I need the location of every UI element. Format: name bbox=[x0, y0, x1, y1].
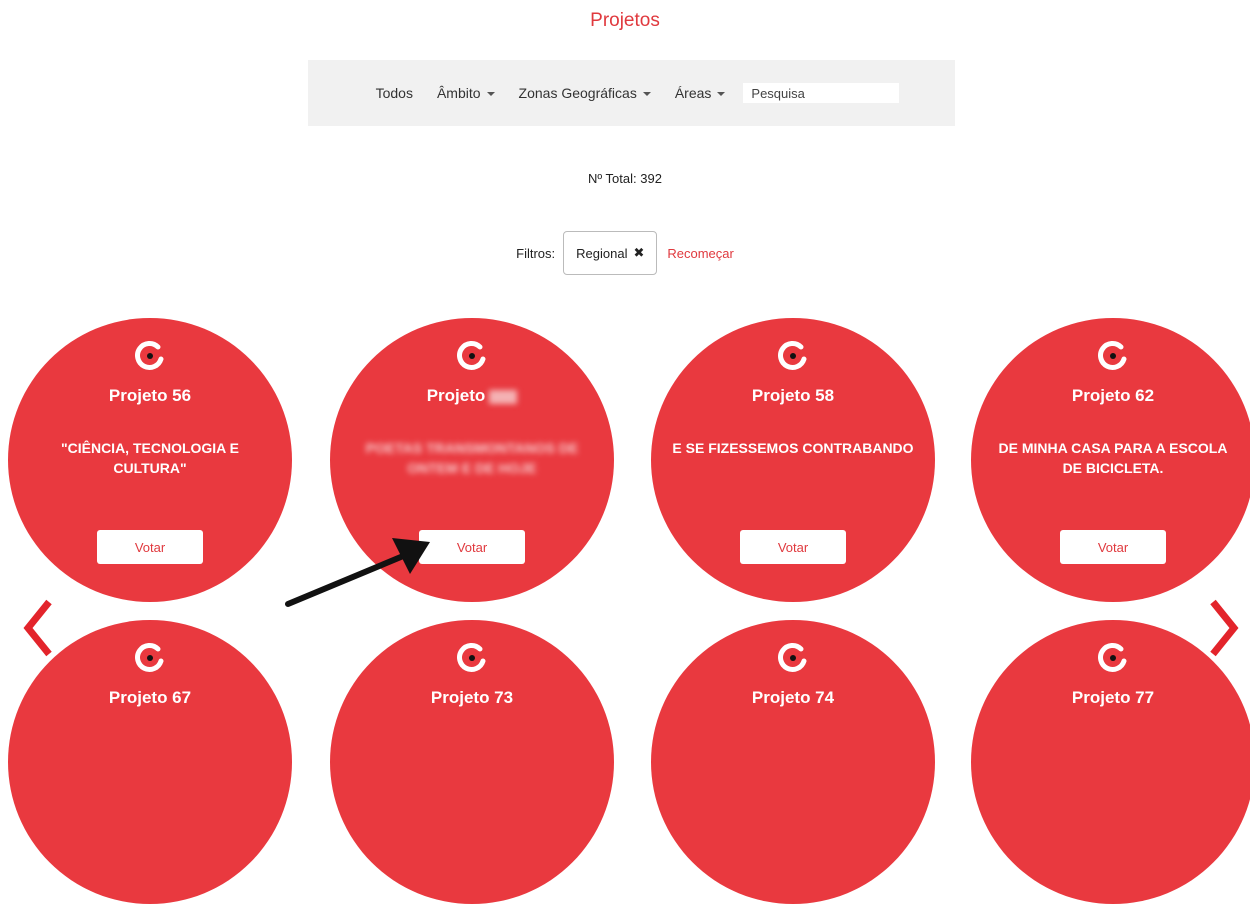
project-card: Projeto 62 DE MINHA CASA PARA A ESCOLA D… bbox=[971, 318, 1250, 602]
active-filters: Filtros: Regional ✖ Recomeçar bbox=[0, 231, 1250, 275]
nav-ambito-dropdown[interactable]: Âmbito bbox=[425, 85, 507, 101]
project-title: Projeto 62 bbox=[1071, 386, 1155, 405]
project-description: POETAS TRANSMONTANOS DE ONTEM E DE HOJE bbox=[365, 440, 579, 476]
project-card: Projeto 74 bbox=[651, 620, 935, 904]
vote-button[interactable]: Votar bbox=[97, 530, 203, 564]
chevron-right-icon[interactable] bbox=[1208, 598, 1240, 658]
logo-icon bbox=[457, 341, 486, 370]
total-count: Nº Total: 392 bbox=[588, 171, 662, 186]
logo-icon bbox=[135, 643, 164, 672]
nav-areas-dropdown[interactable]: Áreas bbox=[663, 85, 738, 101]
caret-down-icon bbox=[642, 92, 651, 97]
project-title: Projeto bbox=[426, 386, 486, 405]
filter-chip-regional[interactable]: Regional ✖ bbox=[563, 231, 658, 275]
nav-zonas-label: Zonas Geográficas bbox=[518, 85, 637, 101]
search-input[interactable] bbox=[743, 83, 900, 103]
nav-todos[interactable]: Todos bbox=[364, 85, 425, 101]
project-card: Projeto 77 bbox=[971, 620, 1250, 904]
annotation-arrow-icon bbox=[285, 538, 430, 607]
nav-areas-label: Áreas bbox=[674, 85, 712, 101]
vote-button[interactable]: Votar bbox=[740, 530, 846, 564]
project-card: Projeto 67 bbox=[8, 620, 292, 904]
logo-icon bbox=[1098, 341, 1127, 370]
project-description: "CIÊNCIA, TECNOLOGIA E CULTURA" bbox=[60, 440, 239, 476]
logo-icon bbox=[778, 341, 807, 370]
nav-zonas-dropdown[interactable]: Zonas Geográficas bbox=[507, 85, 663, 101]
page-title: Projetos bbox=[590, 10, 660, 31]
project-title-row: Projeto bbox=[330, 386, 614, 406]
logo-icon bbox=[135, 341, 164, 370]
logo-icon bbox=[1098, 643, 1127, 672]
project-card: Projeto 56 "CIÊNCIA, TECNOLOGIA E CULTUR… bbox=[8, 318, 292, 602]
project-card: Projeto 73 bbox=[330, 620, 614, 904]
project-title: Projeto 58 bbox=[751, 386, 835, 405]
vote-button[interactable]: Votar bbox=[1060, 530, 1166, 564]
reset-filters-link[interactable]: Recomeçar bbox=[667, 246, 733, 261]
logo-icon bbox=[457, 643, 486, 672]
project-card: Projeto 58 E SE FIZESSEMOS CONTRABANDO V… bbox=[651, 318, 935, 602]
blurred-number bbox=[489, 389, 518, 404]
filters-label: Filtros: bbox=[516, 245, 556, 261]
project-title: Projeto 74 bbox=[751, 688, 835, 707]
close-icon[interactable]: ✖ bbox=[633, 245, 644, 261]
filter-chip-label: Regional bbox=[576, 245, 628, 261]
project-title: Projeto 56 bbox=[108, 386, 192, 405]
chevron-left-icon[interactable] bbox=[22, 598, 54, 658]
filter-navbar: Todos Âmbito Zonas Geográficas Áreas bbox=[308, 60, 955, 126]
project-title: Projeto 67 bbox=[108, 688, 192, 707]
project-title: Projeto 73 bbox=[430, 688, 514, 707]
project-title: Projeto 77 bbox=[1071, 688, 1155, 707]
caret-down-icon bbox=[717, 92, 726, 97]
project-description: DE MINHA CASA PARA A ESCOLA DE BICICLETA… bbox=[998, 440, 1228, 476]
project-description: E SE FIZESSEMOS CONTRABANDO bbox=[672, 440, 914, 456]
caret-down-icon bbox=[486, 92, 495, 97]
logo-icon bbox=[778, 643, 807, 672]
nav-ambito-label: Âmbito bbox=[436, 85, 481, 101]
